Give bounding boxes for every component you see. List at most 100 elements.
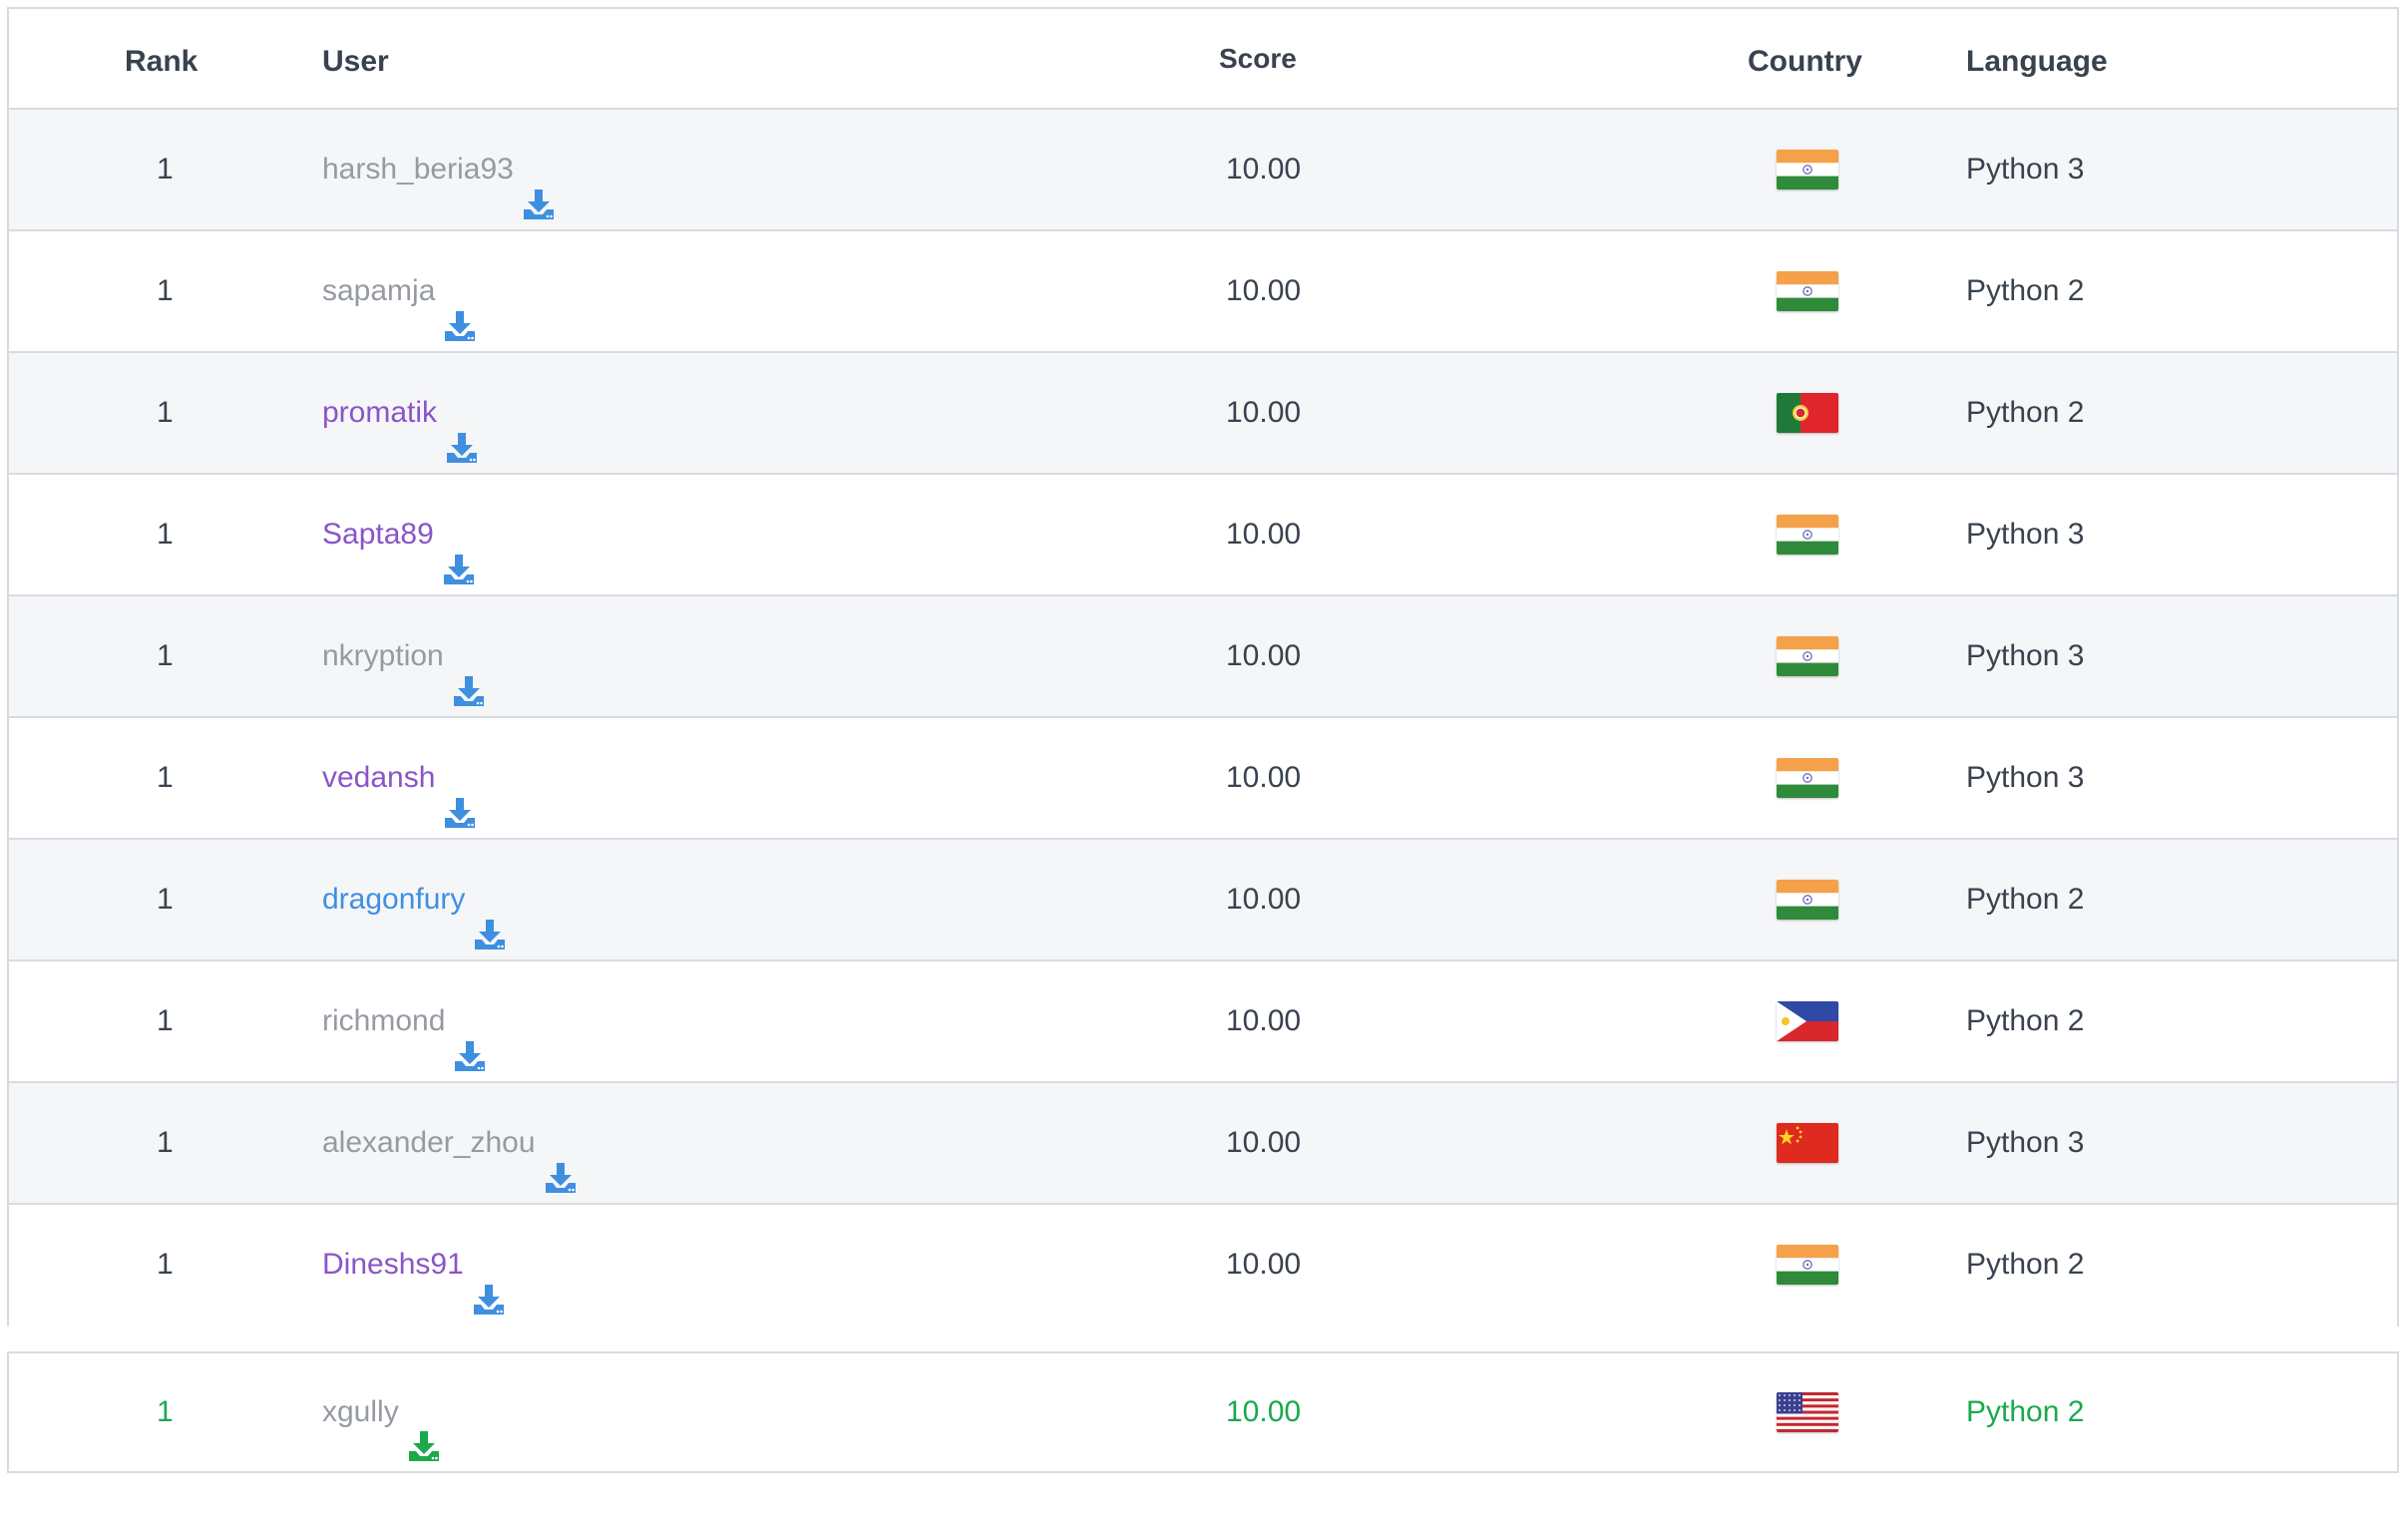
user-cell: sapamja <box>322 231 477 351</box>
country-cell <box>1777 231 1838 351</box>
rank-cell: 1 <box>157 1248 174 1281</box>
country-cell <box>1777 1353 1838 1471</box>
table-header: Rank User Score Country Language <box>9 9 2397 110</box>
download-icon[interactable] <box>473 883 507 949</box>
table-body: 1 harsh_beria93 10.00 Python 3 1 sapamja 10.00… <box>9 110 2397 1326</box>
column-header-language[interactable]: Language <box>1966 9 2108 108</box>
current-user-row: 1 xgully 10.00 Python 2 <box>7 1351 2399 1473</box>
language-cell: Python 3 <box>1966 518 2085 551</box>
score-cell: 10.00 <box>1226 274 1302 307</box>
download-icon[interactable] <box>443 761 477 828</box>
language-cell: Python 2 <box>1966 883 2085 916</box>
india-flag-icon <box>1777 515 1838 555</box>
table-row: 1 Sapta89 10.00 Python 3 <box>9 475 2397 596</box>
rank-cell: 1 <box>157 274 174 307</box>
country-cell <box>1777 1083 1838 1203</box>
username-link[interactable]: vedansh <box>322 718 435 838</box>
user-cell: vedansh <box>322 718 477 838</box>
portugal-flag-icon <box>1777 393 1838 433</box>
india-flag-icon <box>1777 150 1838 189</box>
leaderboard-table: Rank User Score Country Language 1 harsh_… <box>7 7 2399 1326</box>
user-cell: xgully <box>322 1353 441 1471</box>
download-icon[interactable] <box>407 1395 441 1461</box>
score-cell: 10.00 <box>1226 761 1302 794</box>
username-link[interactable]: Sapta89 <box>322 475 434 594</box>
table-row: 1 Dineshs91 10.00 Python 2 <box>9 1205 2397 1326</box>
country-cell <box>1777 353 1838 473</box>
rank-cell: 1 <box>157 1395 174 1428</box>
score-cell: 10.00 <box>1226 1248 1302 1281</box>
score-cell: 10.00 <box>1226 1126 1302 1159</box>
table-row: 1 vedansh 10.00 Python 3 <box>9 718 2397 840</box>
table-row: 1 richmond 10.00 Python 2 <box>9 961 2397 1083</box>
score-cell: 10.00 <box>1226 153 1302 186</box>
rank-cell: 1 <box>157 518 174 551</box>
score-cell: 10.00 <box>1226 1395 1302 1428</box>
language-cell: Python 3 <box>1966 639 2085 672</box>
country-cell <box>1777 110 1838 229</box>
user-cell: richmond <box>322 961 487 1081</box>
user-cell: promatik <box>322 353 479 473</box>
username-link[interactable]: alexander_zhou <box>322 1083 536 1203</box>
india-flag-icon <box>1777 758 1838 798</box>
download-icon[interactable] <box>452 639 486 706</box>
india-flag-icon <box>1777 271 1838 311</box>
download-icon[interactable] <box>445 396 479 463</box>
table-row: 1 harsh_beria93 10.00 Python 3 <box>9 110 2397 231</box>
score-cell: 10.00 <box>1226 518 1302 551</box>
country-cell <box>1777 596 1838 716</box>
column-header-score[interactable]: Score <box>1219 9 1297 108</box>
download-icon[interactable] <box>442 518 476 584</box>
download-icon[interactable] <box>443 274 477 341</box>
username-link[interactable]: sapamja <box>322 231 435 351</box>
column-header-rank[interactable]: Rank <box>125 9 198 108</box>
usa-flag-icon <box>1777 1392 1838 1432</box>
country-cell <box>1777 961 1838 1081</box>
country-cell <box>1777 840 1838 959</box>
username-link[interactable]: harsh_beria93 <box>322 110 514 229</box>
language-cell: Python 3 <box>1966 761 2085 794</box>
table-row: 1 sapamja 10.00 Python 2 <box>9 231 2397 353</box>
rank-cell: 1 <box>157 396 174 429</box>
rank-cell: 1 <box>157 1004 174 1037</box>
rank-cell: 1 <box>157 639 174 672</box>
username-link[interactable]: xgully <box>322 1353 399 1471</box>
language-cell: Python 2 <box>1966 1248 2085 1281</box>
username-link[interactable]: dragonfury <box>322 840 465 959</box>
rank-cell: 1 <box>157 153 174 186</box>
country-cell <box>1777 1205 1838 1324</box>
rank-cell: 1 <box>157 761 174 794</box>
username-link[interactable]: Dineshs91 <box>322 1205 464 1324</box>
score-cell: 10.00 <box>1226 396 1302 429</box>
india-flag-icon <box>1777 636 1838 676</box>
user-cell: Sapta89 <box>322 475 476 594</box>
username-link[interactable]: nkryption <box>322 596 444 716</box>
user-cell: nkryption <box>322 596 486 716</box>
username-link[interactable]: promatik <box>322 353 437 473</box>
user-cell: alexander_zhou <box>322 1083 578 1203</box>
column-header-country[interactable]: Country <box>1748 9 1862 108</box>
country-cell <box>1777 475 1838 594</box>
rank-cell: 1 <box>157 1126 174 1159</box>
philippines-flag-icon <box>1777 1001 1838 1041</box>
india-flag-icon <box>1777 1245 1838 1285</box>
language-cell: Python 3 <box>1966 153 2085 186</box>
country-cell <box>1777 718 1838 838</box>
user-cell: Dineshs91 <box>322 1205 506 1324</box>
username-link[interactable]: richmond <box>322 961 445 1081</box>
download-icon[interactable] <box>544 1126 578 1193</box>
language-cell: Python 2 <box>1966 396 2085 429</box>
user-cell: dragonfury <box>322 840 507 959</box>
language-cell: Python 3 <box>1966 1126 2085 1159</box>
download-icon[interactable] <box>453 1004 487 1071</box>
column-header-user[interactable]: User <box>322 9 389 108</box>
rank-cell: 1 <box>157 883 174 916</box>
table-row: 1 promatik 10.00 Python 2 <box>9 353 2397 475</box>
download-icon[interactable] <box>522 153 556 219</box>
table-row: 1 nkryption 10.00 Python 3 <box>9 596 2397 718</box>
score-cell: 10.00 <box>1226 639 1302 672</box>
user-cell: harsh_beria93 <box>322 110 556 229</box>
table-row: 1 dragonfury 10.00 Python 2 <box>9 840 2397 961</box>
score-cell: 10.00 <box>1226 1004 1302 1037</box>
download-icon[interactable] <box>472 1248 506 1315</box>
